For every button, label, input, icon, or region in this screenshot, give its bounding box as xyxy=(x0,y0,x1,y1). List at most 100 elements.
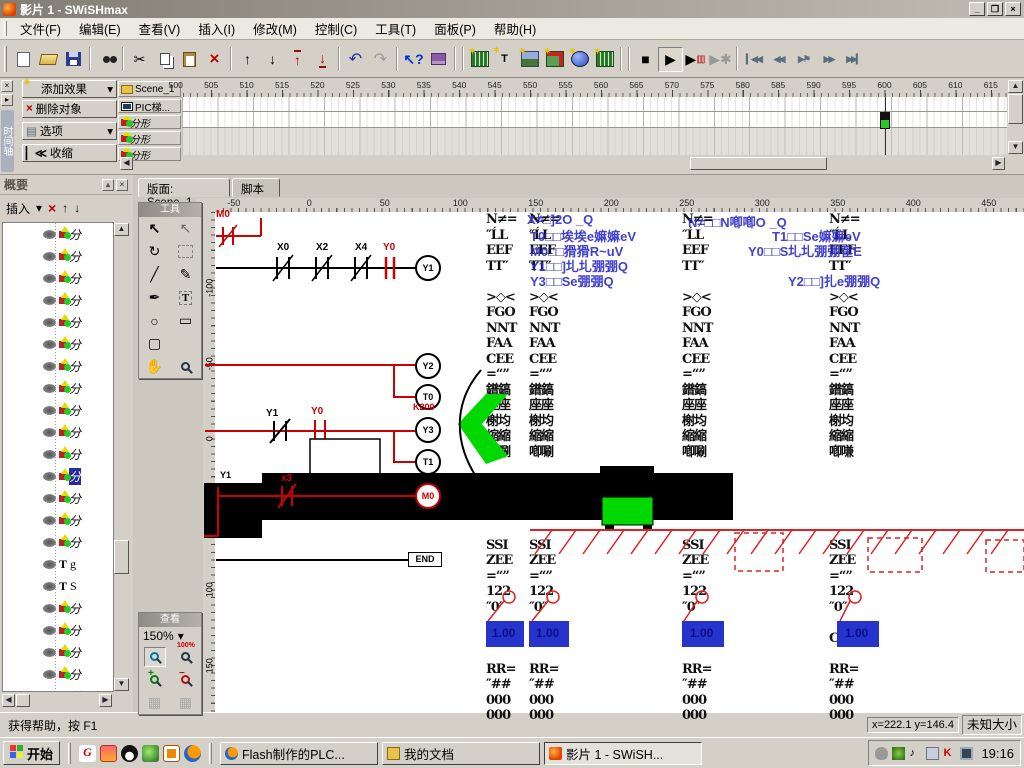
outline-row[interactable]: ⊟ T ☝ 分 xyxy=(3,487,113,509)
outline-row[interactable]: ⊟ T ☝ 分 xyxy=(3,619,113,641)
coil-y1[interactable]: Y1 xyxy=(415,255,441,281)
outline-row[interactable]: ⊟ T ☝ 分 xyxy=(3,377,113,399)
annotation-text[interactable]: Y3□□Se弸弸Q xyxy=(530,271,614,290)
contact-label-y1c[interactable]: Y1 xyxy=(220,470,231,480)
step-forward-button[interactable]: ▶▶ xyxy=(816,47,841,72)
rotate-tool[interactable]: ↻ xyxy=(140,240,169,263)
outline-close-icon[interactable]: × xyxy=(116,179,128,191)
collapse-button[interactable]: ▏≪ 收缩 xyxy=(22,144,117,162)
timeline-vscroll-thumb[interactable] xyxy=(1008,94,1023,124)
quicklaunch-firefox-icon[interactable] xyxy=(184,745,201,762)
ellipse-tool[interactable]: ○ xyxy=(140,309,169,332)
value-box-label[interactable]: 1.00 xyxy=(492,626,515,640)
timeline-grid[interactable] xyxy=(182,97,1007,155)
tray-icon-k[interactable]: K xyxy=(943,747,956,760)
quicklaunch-icon-1[interactable]: G xyxy=(79,745,96,762)
undo-button[interactable]: ↶ xyxy=(343,47,368,72)
quicklaunch-icon-4[interactable] xyxy=(142,745,159,762)
line-tool[interactable]: ╱ xyxy=(140,263,169,286)
save-button[interactable] xyxy=(61,47,86,72)
pan-tool[interactable]: ✋ xyxy=(140,355,169,378)
outline-row[interactable]: ⊟ T ☝ 分 xyxy=(3,641,113,663)
coil-m0[interactable]: M0 xyxy=(415,483,441,509)
outline-row[interactable]: ⊟ T ☝ 分 xyxy=(3,597,113,619)
outline-row[interactable]: ⊟ T ☝ 分 xyxy=(3,311,113,333)
tray-icon-green[interactable] xyxy=(892,747,905,760)
menu-item[interactable]: 控制(C) xyxy=(306,16,366,41)
timeline-scroll-up-button[interactable]: ▲ xyxy=(1008,80,1023,93)
play-button[interactable]: ▶ xyxy=(658,47,683,72)
outline-row[interactable]: ⊟ T ☝ 分 xyxy=(3,223,113,245)
pen-tool[interactable]: ✒ xyxy=(140,286,169,309)
zoom-level-value[interactable]: 150% xyxy=(143,629,174,643)
zoom-100-button[interactable]: 100% xyxy=(171,645,200,668)
outline-move-up-button[interactable]: ↑ xyxy=(62,201,68,215)
options-button[interactable]: ▤ 选项▾ xyxy=(22,122,117,140)
delete-button[interactable]: × xyxy=(202,47,227,72)
new-button[interactable] xyxy=(11,47,36,72)
copy-button[interactable] xyxy=(152,47,177,72)
outline-row[interactable]: ⊟ T ☝ 分 xyxy=(3,465,113,487)
timeline-row-shape[interactable]: 分形 xyxy=(118,131,181,145)
outline-row[interactable]: ⊟ T ☝ g xyxy=(3,553,113,575)
annotation-text[interactable]: X≠□]2O _Q xyxy=(527,212,593,227)
timer-constant-label[interactable]: K200 xyxy=(413,402,435,412)
zoom-tool[interactable] xyxy=(171,355,200,378)
tab-layout[interactable]: 版面: Scene_1 xyxy=(138,178,230,197)
quicklaunch-icon-2[interactable] xyxy=(100,745,117,762)
contact-label-y1[interactable]: Y1 xyxy=(266,408,278,419)
raise-object-button[interactable]: ↑ xyxy=(235,47,260,72)
quicklaunch-qq-icon[interactable] xyxy=(121,745,138,762)
outline-row[interactable]: ⊟ T ☝ 分 xyxy=(3,333,113,355)
go-to-end-button[interactable]: ▶▶▎ xyxy=(841,47,866,72)
menu-item[interactable]: 帮助(H) xyxy=(485,16,545,41)
menu-item[interactable]: 面板(P) xyxy=(425,16,485,41)
outline-move-down-button[interactable]: ↓ xyxy=(74,201,80,215)
contact-label-x4[interactable]: X4 xyxy=(355,242,367,253)
insert-image-button[interactable] xyxy=(517,47,542,72)
annotation-text[interactable]: Y2□□]扎e弸弸Q xyxy=(788,271,880,290)
outline-row[interactable]: ⊟ T ☝ 分 xyxy=(3,355,113,377)
visibility-eye-icon[interactable] xyxy=(40,692,53,693)
delete-object-button[interactable]: × 删除对象 xyxy=(22,100,117,118)
keyframe-marker-top[interactable] xyxy=(880,112,890,119)
end-block[interactable]: END xyxy=(408,552,442,567)
help-book-button[interactable] xyxy=(426,47,451,72)
menu-item[interactable]: 文件(F) xyxy=(11,16,70,41)
outline-row[interactable]: ⊟ T ☝ 分 xyxy=(3,663,113,685)
find-button[interactable] xyxy=(94,47,119,72)
clock[interactable]: 19:16 xyxy=(977,746,1014,761)
menu-item[interactable]: 修改(M) xyxy=(244,16,306,41)
outline-row[interactable]: ⊟ T ☝ 分 xyxy=(3,289,113,311)
task-button-flash-plc[interactable]: Flash制作的PLC... xyxy=(220,742,378,765)
collapse-expander-icon[interactable]: ⊟ xyxy=(29,691,37,693)
outline-row[interactable]: ⊟ T ☝ S xyxy=(3,575,113,597)
outline-scroll-up-button[interactable]: ▲ xyxy=(114,223,129,236)
contact-label-y0b[interactable]: Y0 xyxy=(311,406,323,417)
contact-label-m0[interactable]: M0 xyxy=(216,209,230,220)
menu-item[interactable]: 查看(V) xyxy=(130,16,190,41)
minimize-button[interactable]: _ xyxy=(969,2,985,16)
outline-row[interactable]: ⊟ T ☝ 分 xyxy=(3,245,113,267)
annotation-text[interactable]: Y0□□S圠圠弸弸寉E xyxy=(748,241,862,260)
tab-script[interactable]: 脚本 xyxy=(232,178,280,197)
insert-scene-button[interactable] xyxy=(467,47,492,72)
rounded-rect-tool[interactable]: ▢ xyxy=(140,332,169,355)
menu-grip[interactable] xyxy=(4,21,7,36)
contact-label-x2[interactable]: X2 xyxy=(316,242,328,253)
add-effect-button[interactable]: 添加效果▾ xyxy=(22,80,117,98)
cut-button[interactable]: ✂ xyxy=(127,47,152,72)
coil-y3[interactable]: Y3 xyxy=(415,417,441,443)
tray-icon-mouse[interactable] xyxy=(875,747,888,760)
view-panel-title[interactable]: 查看 xyxy=(139,613,201,627)
outline-insert-button[interactable]: 插入 xyxy=(6,200,30,217)
timeline-close-icon[interactable]: × xyxy=(1,80,13,92)
go-to-start-button[interactable]: ▎◀◀ xyxy=(741,47,766,72)
outline-row[interactable]: ⊟ T ☝ 分 xyxy=(3,443,113,465)
zoom-select-button[interactable] xyxy=(144,647,166,667)
contact-label-x3[interactable]: x3 xyxy=(281,473,292,484)
outline-scroll-down-button[interactable]: ▼ xyxy=(114,678,129,691)
outline-row[interactable]: ⊟ T ☝ 按 xyxy=(3,685,113,692)
insert-text-button[interactable]: T xyxy=(492,47,517,72)
task-button-swishmax[interactable]: 影片 1 - SWiSH... xyxy=(544,742,702,765)
